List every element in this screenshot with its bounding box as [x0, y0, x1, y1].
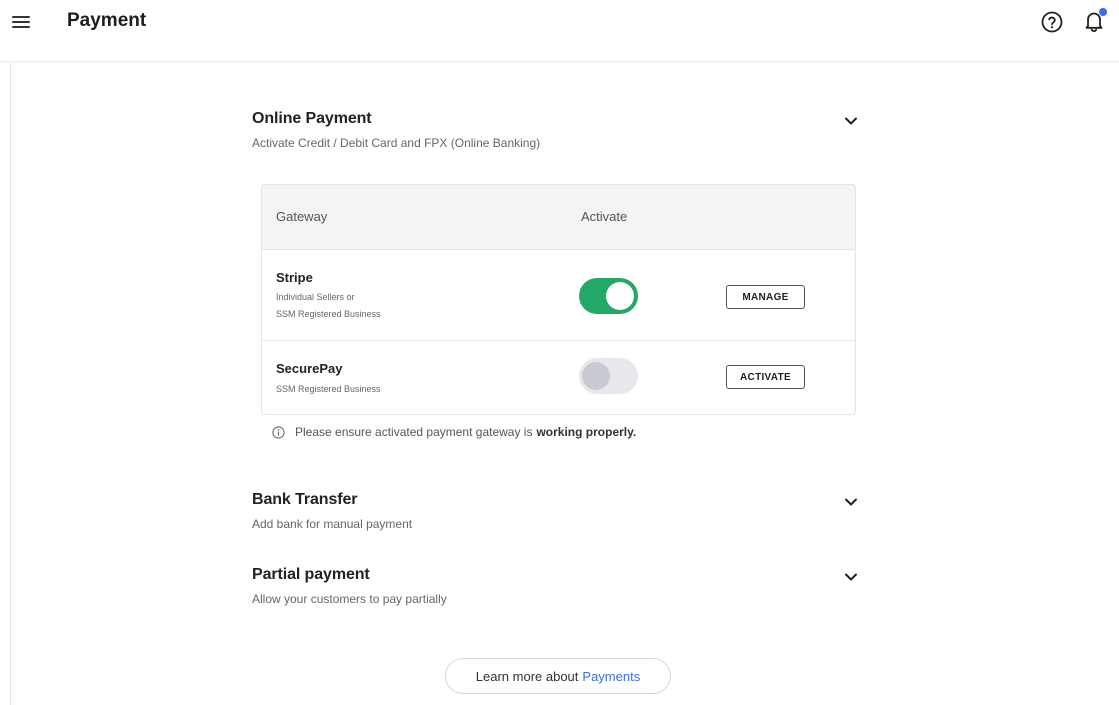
online-payment-section: Online Payment Activate Credit / Debit C… [252, 110, 862, 150]
gateway-name: SecurePay [276, 361, 343, 376]
gateway-description: SSM Registered Business [276, 309, 381, 319]
column-header-gateway: Gateway [276, 209, 328, 224]
activate-button[interactable]: ACTIVATE [726, 365, 805, 389]
notification-dot [1099, 8, 1107, 16]
partial-payment-section[interactable]: Partial payment Allow your customers to … [252, 566, 862, 606]
help-circle-icon[interactable] [1040, 10, 1064, 34]
section-subtitle: Allow your customers to pay partially [252, 592, 447, 606]
gateway-description: Individual Sellers or [276, 292, 355, 302]
sidebar-divider [10, 62, 11, 705]
toggle-knob [582, 362, 610, 390]
info-icon [272, 425, 285, 439]
chevron-down-icon[interactable] [844, 495, 858, 509]
bank-transfer-section[interactable]: Bank Transfer Add bank for manual paymen… [252, 491, 862, 531]
stripe-activate-toggle[interactable] [579, 278, 638, 314]
gateway-notice: Please ensure activated payment gateway … [272, 425, 636, 439]
chevron-down-icon[interactable] [844, 570, 858, 584]
gateway-name: Stripe [276, 270, 313, 285]
section-subtitle: Add bank for manual payment [252, 517, 413, 531]
notice-emphasis: working properly. [536, 425, 637, 439]
menu-icon[interactable] [12, 12, 32, 34]
page-title: Payment [67, 10, 147, 31]
gateway-table-header: Gateway Activate [262, 185, 855, 250]
section-title: Partial payment [252, 566, 370, 583]
learn-more-text: Learn more about [475, 668, 579, 684]
learn-more-button[interactable]: Learn more about Payments [445, 658, 671, 694]
top-bar: Payment [0, 0, 1119, 62]
manage-button[interactable]: MANAGE [726, 285, 805, 309]
payment-settings-page: Payment Online Payment Activate Credit /… [0, 0, 1119, 705]
payments-link[interactable]: Payments [582, 669, 640, 684]
gateway-table: Gateway Activate Stripe Individual Selle… [261, 184, 856, 415]
gateway-description: SSM Registered Business [276, 384, 381, 394]
gateway-row-stripe: Stripe Individual Sellers or SSM Registe… [262, 250, 855, 341]
section-subtitle: Activate Credit / Debit Card and FPX (On… [252, 136, 541, 150]
toggle-knob [606, 282, 634, 310]
section-title: Bank Transfer [252, 491, 358, 508]
gateway-row-securepay: SecurePay SSM Registered Business ACTIVA… [262, 341, 855, 414]
securepay-activate-toggle[interactable] [579, 358, 638, 394]
section-title: Online Payment [252, 110, 372, 127]
column-header-activate: Activate [581, 209, 628, 224]
notice-text: Please ensure activated payment gateway … [295, 425, 533, 439]
chevron-down-icon[interactable] [844, 114, 858, 128]
